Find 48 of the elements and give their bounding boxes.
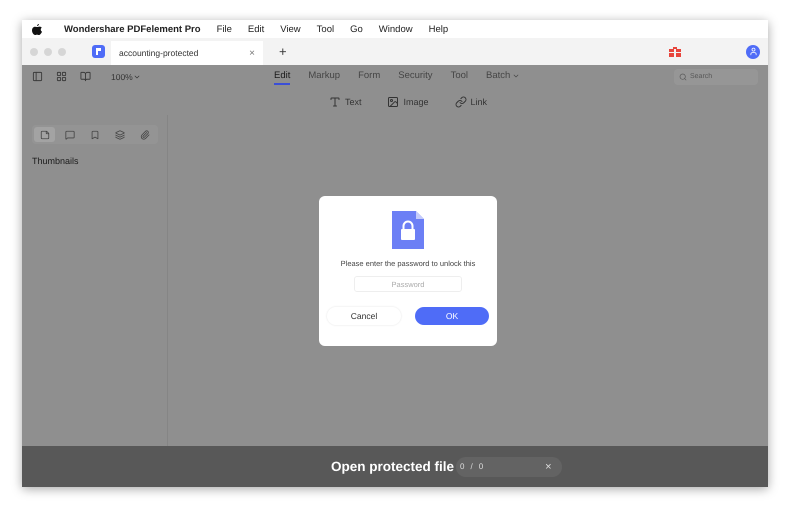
page-icon	[40, 130, 50, 140]
menu-item[interactable]: Window	[378, 24, 413, 34]
sidebar-heading: Thumbnails	[32, 156, 80, 166]
paperclip-icon	[140, 130, 150, 140]
tab-title[interactable]: accounting-protected	[119, 48, 198, 58]
search-icon	[679, 72, 687, 80]
menu-item[interactable]: View	[280, 24, 301, 34]
toolbar-tab[interactable]: Security	[398, 68, 433, 85]
document-tab[interactable]: accounting-protected ×	[111, 41, 263, 65]
page-number[interactable]: 0	[460, 462, 464, 471]
account-avatar[interactable]	[746, 44, 760, 58]
menu-item[interactable]: Go	[350, 24, 363, 34]
sidebar-icon[interactable]	[32, 71, 43, 82]
book-icon[interactable]	[80, 71, 91, 82]
edit-tool-button[interactable]: Link	[448, 94, 494, 108]
apple-logo-icon[interactable]	[32, 24, 42, 34]
image-icon	[387, 96, 400, 108]
menu-item[interactable]: Help	[428, 24, 448, 34]
menu-item[interactable]: File	[216, 24, 232, 34]
page-total: 0	[478, 462, 484, 471]
bookmark-icon	[90, 130, 100, 140]
edit-tool-button[interactable]: Image	[381, 94, 434, 108]
toolbar-tab[interactable]: Edit	[274, 68, 290, 85]
locked-file-icon	[392, 211, 424, 249]
close-button[interactable]: ×	[539, 460, 558, 474]
toolbar-tab[interactable]: Tool	[450, 68, 468, 85]
menu-item[interactable]: Edit	[248, 24, 264, 34]
toolbar-tab[interactable]: Markup	[308, 68, 340, 85]
edit-tool-button[interactable]: Text	[322, 94, 368, 108]
zoom-dropdown[interactable]: 100%	[105, 70, 147, 82]
grid-icon[interactable]	[56, 71, 67, 82]
ok-button[interactable]: OK	[415, 307, 489, 325]
gift-icon[interactable]	[668, 46, 681, 56]
new-tab-button[interactable]: +	[273, 43, 293, 60]
app-name[interactable]: Wondershare PDFelement Pro	[64, 24, 201, 34]
layers-icon	[114, 130, 124, 140]
link-icon	[454, 96, 466, 108]
toolbar-tab[interactable]: Batch	[486, 68, 520, 85]
cancel-button[interactable]: Cancel	[327, 307, 401, 325]
caption-text: Open protected file	[331, 459, 454, 474]
app-logo-icon	[92, 45, 105, 58]
comment-icon	[64, 130, 74, 140]
menu-item[interactable]: Tool	[316, 24, 334, 34]
page-separator: /	[470, 462, 473, 471]
text-icon	[328, 96, 341, 108]
close-button[interactable]: ×	[249, 48, 255, 58]
toolbar-tab[interactable]: Form	[358, 68, 380, 85]
sidebar-tab[interactable]	[34, 127, 55, 142]
